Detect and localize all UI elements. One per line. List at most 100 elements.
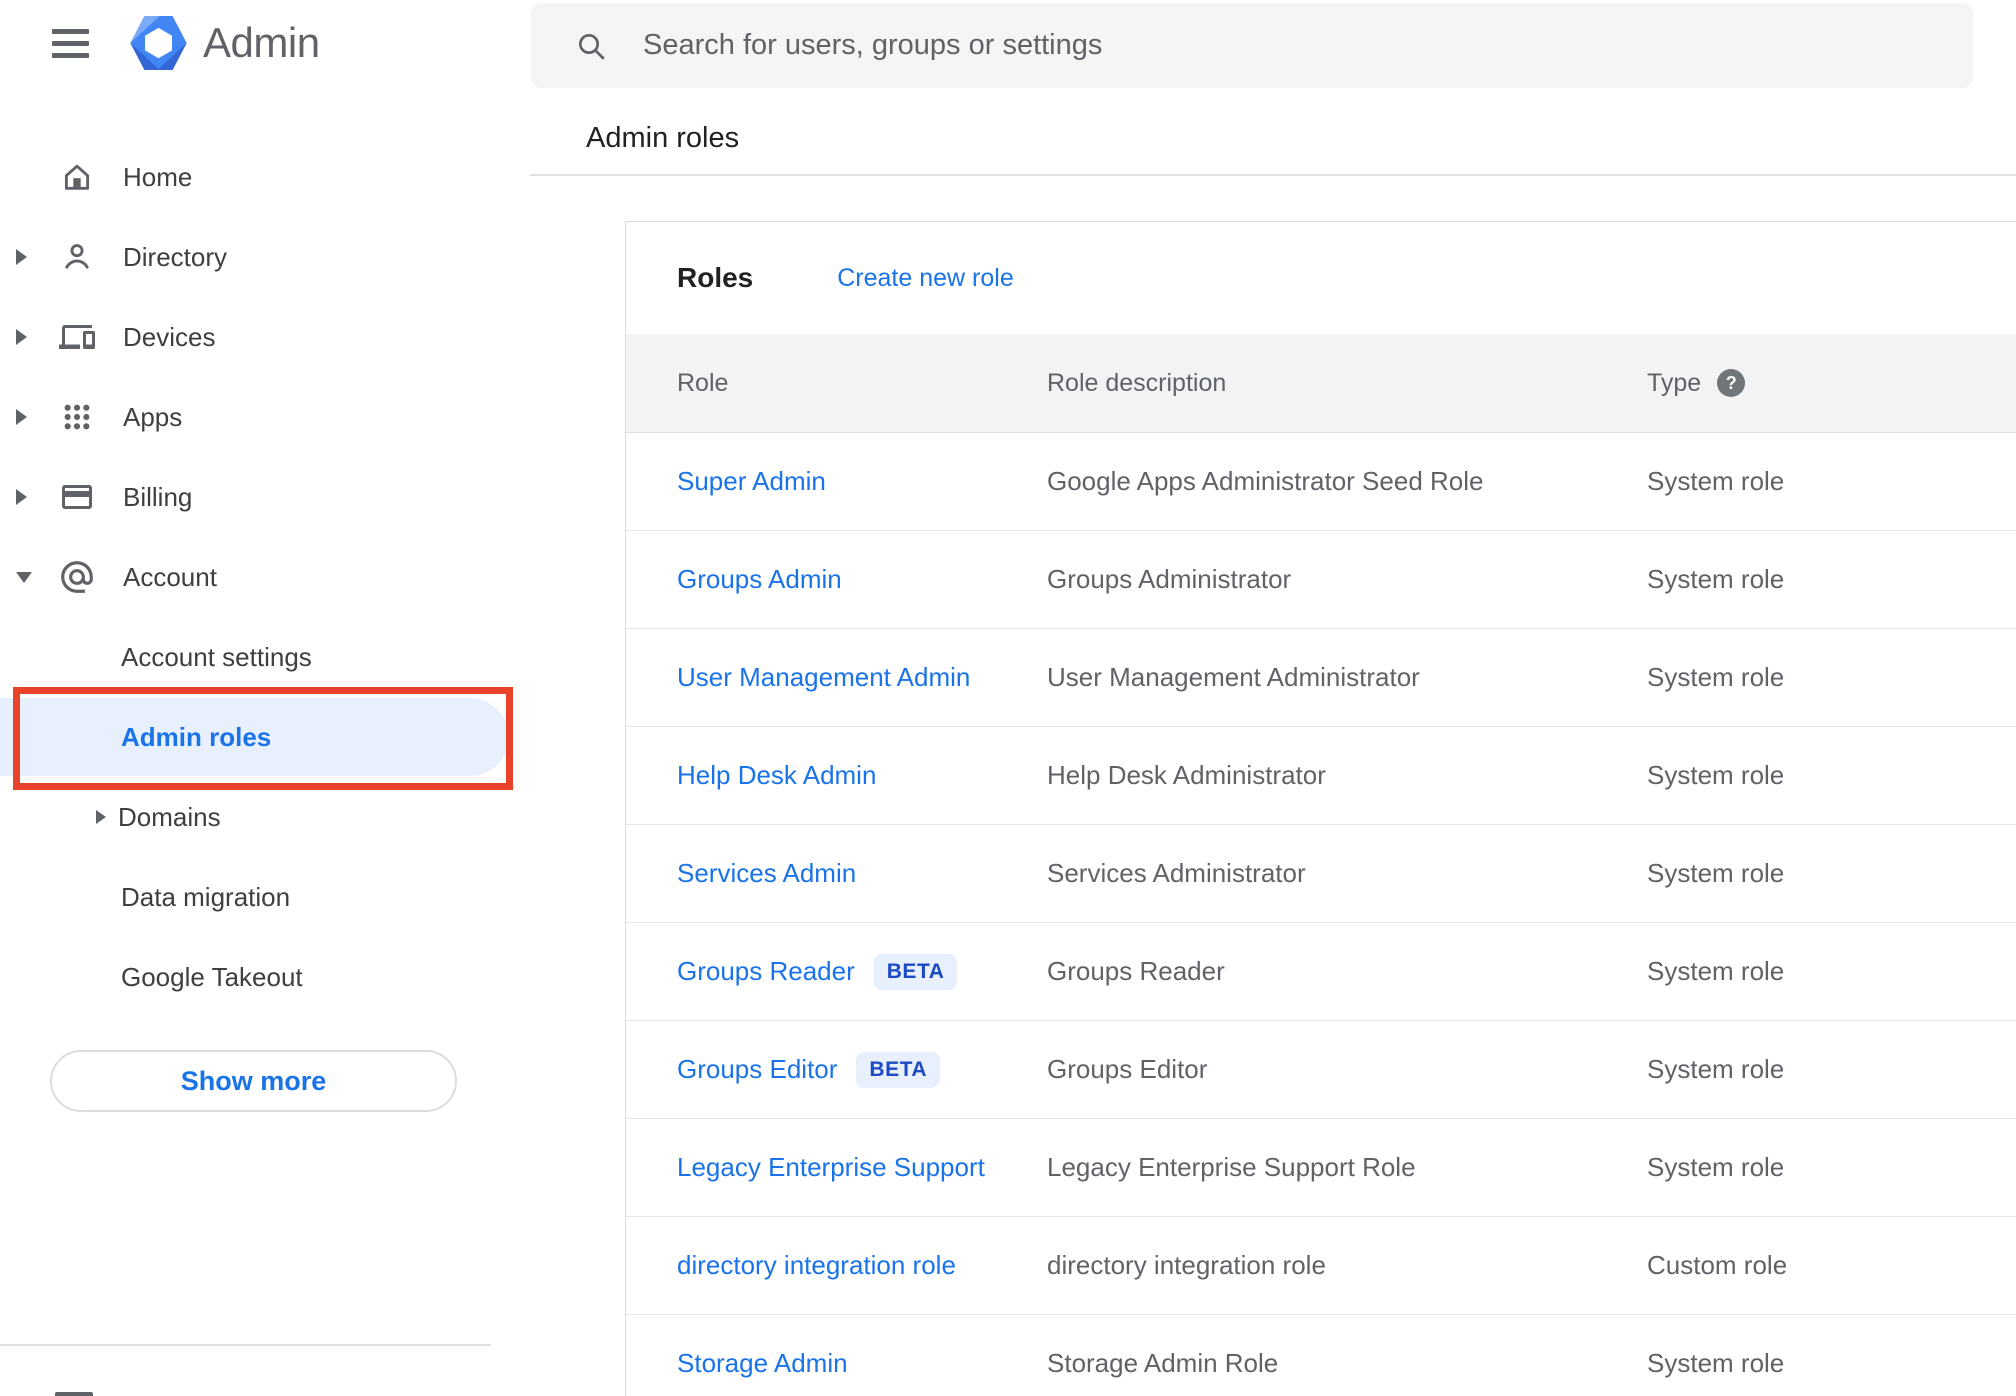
table-row: Groups Admin Groups Administrator System r… (626, 531, 2016, 629)
role-type-cell: System role (1647, 662, 1785, 692)
role-type-cell: System role (1647, 564, 1785, 594)
clipped-bottom-icon (55, 1392, 93, 1396)
sidebar-item-account[interactable]: Account (0, 537, 530, 617)
role-link[interactable]: Groups Reader (677, 956, 855, 987)
sidebar-item-label: Devices (123, 321, 216, 352)
sidebar-item-billing[interactable]: Billing (0, 457, 530, 537)
role-cell: Storage Admin (677, 1348, 1047, 1379)
column-header-role: Role (677, 368, 729, 397)
apps-grid-icon (58, 398, 96, 436)
sidebar-item-label: Billing (123, 481, 193, 512)
brand-row: Admin (0, 0, 530, 96)
role-type-cell: System role (1647, 956, 1785, 986)
sidebar-item-label: Data migration (121, 881, 291, 912)
role-link[interactable]: Legacy Enterprise Support (677, 1152, 985, 1183)
chevron-collapsed-icon[interactable] (16, 489, 30, 505)
role-type-cell: Custom role (1647, 1250, 1788, 1280)
chevron-collapsed-icon[interactable] (16, 249, 30, 265)
role-type-cell: System role (1647, 1054, 1785, 1084)
sidebar-item-home[interactable]: Home (0, 137, 530, 217)
sidebar-item-admin-roles[interactable]: Admin roles (0, 697, 530, 777)
role-link[interactable]: Groups Editor (677, 1054, 837, 1085)
credit-card-icon (58, 478, 96, 516)
role-description-cell: directory integration role (1047, 1250, 1326, 1280)
role-description-cell: Storage Admin Role (1047, 1348, 1279, 1378)
role-link[interactable]: Help Desk Admin (677, 760, 876, 791)
role-cell: Services Admin (677, 858, 1047, 889)
table-row: Legacy Enterprise Support Legacy Enterpri… (626, 1119, 2016, 1217)
table-row: directory integration role directory inte… (626, 1217, 2016, 1315)
chevron-collapsed-icon[interactable] (16, 329, 30, 345)
roles-card-header: Roles Create new role (626, 222, 2016, 334)
role-description-cell: Help Desk Administrator (1047, 760, 1326, 790)
role-cell: Help Desk Admin (677, 760, 1047, 791)
hamburger-menu-icon[interactable] (52, 27, 89, 59)
role-cell: directory integration role (677, 1250, 1047, 1281)
column-header-type: Type ? (1647, 369, 2016, 398)
sidebar-item-account-settings[interactable]: Account settings (0, 617, 530, 697)
show-more-label: Show more (180, 1065, 327, 1096)
table-row: Groups Editor BETA Groups Editor System rol… (626, 1021, 2016, 1119)
role-description-cell: Google Apps Administrator Seed Role (1047, 466, 1484, 496)
sidebar-item-devices[interactable]: Devices (0, 297, 530, 377)
role-cell: Legacy Enterprise Support (677, 1152, 1047, 1183)
role-type-cell: System role (1647, 760, 1785, 790)
search-input[interactable] (643, 29, 1843, 62)
beta-badge: BETA (873, 953, 958, 990)
main-content: Admin roles Roles Create new role Role R… (530, 0, 2016, 1396)
table-body: Super Admin Google Apps Administrator See… (626, 433, 2016, 1396)
sidebar-item-data-migration[interactable]: Data migration (0, 857, 530, 937)
sidebar-item-apps[interactable]: Apps (0, 377, 530, 457)
role-link[interactable]: Super Admin (677, 466, 826, 497)
sidebar-item-label: Account (123, 561, 217, 592)
sidebar: Admin Home Directory Devices Apps Billing Acc… (0, 0, 530, 1396)
search-bar[interactable] (531, 3, 1973, 88)
role-description-cell: Legacy Enterprise Support Role (1047, 1152, 1416, 1182)
table-row: User Management Admin User Management Adm… (626, 629, 2016, 727)
sidebar-item-label: Home (123, 161, 193, 192)
sidebar-item-directory[interactable]: Directory (0, 217, 530, 297)
table-header-row: Role Role description Type ? (626, 334, 2016, 433)
table-row: Groups Reader BETA Groups Reader System rol… (626, 923, 2016, 1021)
search-icon (579, 33, 605, 59)
role-cell: Groups Reader BETA (677, 953, 1047, 990)
sidebar-item-google-takeout[interactable]: Google Takeout (0, 937, 530, 1017)
sidebar-item-label: Google Takeout (121, 961, 303, 992)
role-type-cell: System role (1647, 1152, 1785, 1182)
person-icon (58, 238, 96, 276)
chevron-collapsed-icon[interactable] (96, 810, 106, 824)
role-description-cell: Groups Administrator (1047, 564, 1292, 594)
breadcrumb: Admin roles (586, 122, 740, 154)
admin-logo: Admin (130, 16, 320, 70)
role-description-cell: Services Administrator (1047, 858, 1306, 888)
chevron-collapsed-icon[interactable] (16, 409, 30, 425)
admin-console-page: Admin Home Directory Devices Apps Billing Acc… (0, 0, 2016, 1396)
devices-icon (58, 318, 96, 356)
roles-title: Roles (677, 262, 754, 293)
roles-card: Roles Create new role Role Role descript… (625, 221, 2016, 1396)
show-more-button[interactable]: Show more (50, 1050, 457, 1112)
create-new-role-link[interactable]: Create new role (837, 264, 1013, 293)
role-link[interactable]: User Management Admin (677, 662, 970, 693)
role-description-cell: Groups Reader (1047, 956, 1225, 986)
sidebar-item-label: Admin roles (121, 721, 272, 752)
help-icon[interactable]: ? (1717, 369, 1746, 397)
chevron-expanded-icon[interactable] (16, 571, 32, 583)
home-icon (58, 158, 96, 196)
role-type-cell: System role (1647, 466, 1785, 496)
header-divider (530, 174, 2016, 176)
sidebar-item-label: Directory (123, 241, 228, 272)
role-cell: Groups Editor BETA (677, 1051, 1047, 1088)
role-link[interactable]: directory integration role (677, 1250, 956, 1281)
role-link[interactable]: Groups Admin (677, 564, 842, 595)
table-row: Help Desk Admin Help Desk Administrator Sy… (626, 727, 2016, 825)
logo-text: Admin (203, 19, 320, 66)
role-link[interactable]: Services Admin (677, 858, 856, 889)
role-link[interactable]: Storage Admin (677, 1348, 848, 1379)
beta-badge: BETA (856, 1051, 941, 1088)
table-row: Super Admin Google Apps Administrator See… (626, 433, 2016, 531)
sidebar-item-domains[interactable]: Domains (0, 777, 530, 857)
sidebar-divider (0, 1344, 491, 1346)
sidebar-nav: Home Directory Devices Apps Billing Account Ac… (0, 137, 530, 1017)
admin-hexagon-logo-icon (130, 16, 187, 70)
